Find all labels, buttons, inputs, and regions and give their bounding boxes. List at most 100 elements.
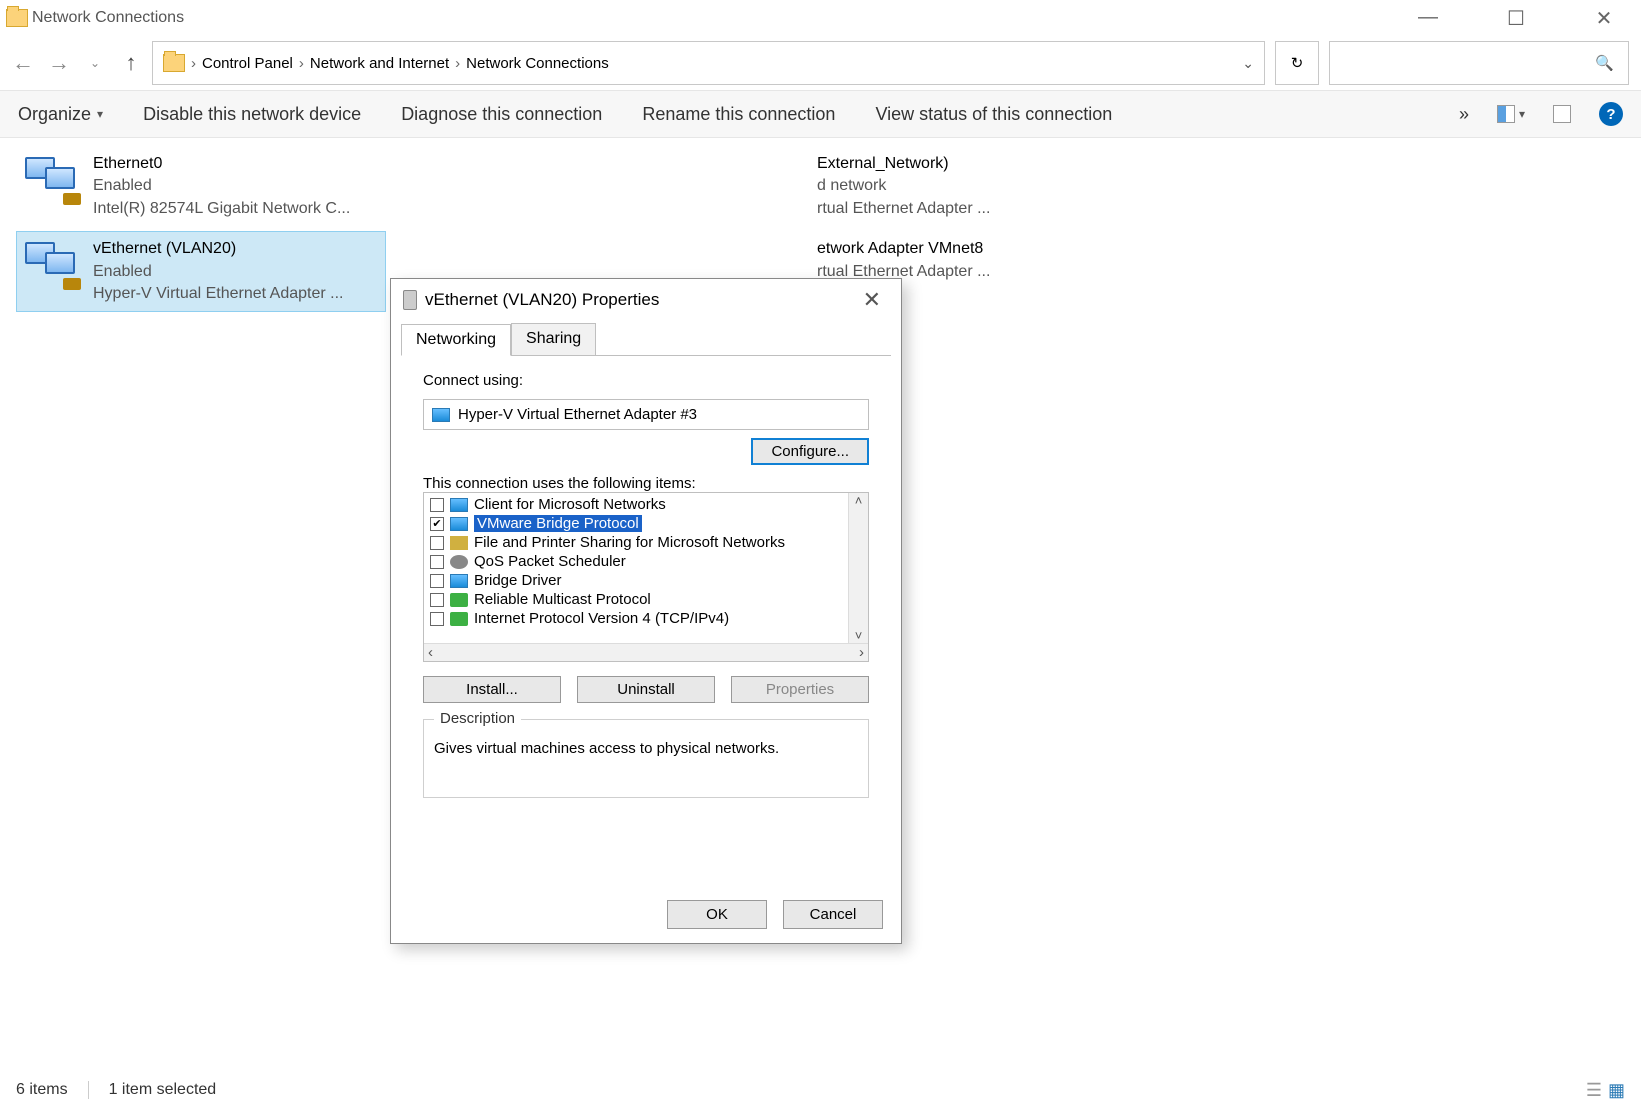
connection-device: Hyper-V Virtual Ethernet Adapter ... [93,283,344,305]
checkbox[interactable] [430,612,444,626]
connection-item-ethernet0[interactable]: Ethernet0 Enabled Intel(R) 82574L Gigabi… [16,146,386,227]
dialog-title: vEthernet (VLAN20) Properties [425,290,659,310]
dialog-close-button[interactable]: ✕ [855,287,889,313]
checkbox[interactable] [430,555,444,569]
breadcrumb-history-dropdown[interactable]: ⌄ [1242,55,1254,72]
view-status-button[interactable]: View status of this connection [875,104,1112,125]
printer-icon [450,536,468,550]
checkbox[interactable] [430,498,444,512]
list-item[interactable]: Client for Microsoft Networks [424,495,868,514]
description-group: Description Gives virtual machines acces… [423,719,869,798]
organize-menu[interactable]: Organize ▾ [18,104,103,125]
tab-networking[interactable]: Networking [401,324,511,356]
breadcrumb-crumb[interactable]: Network and Internet [310,55,449,72]
connection-name: vEthernet (VLAN20) [93,238,344,260]
scroll-down-icon[interactable]: ˅ [855,628,863,643]
diagnose-connection-button[interactable]: Diagnose this connection [401,104,602,125]
description-text: Gives virtual machines access to physica… [434,740,858,757]
overflow-menu[interactable]: » [1459,104,1469,125]
view-options-icon [1497,105,1515,123]
nav-row: ← → ⌄ ↑ › Control Panel › Network and In… [0,36,1641,90]
tab-sharing[interactable]: Sharing [511,323,596,355]
properties-button: Properties [731,676,869,703]
up-button[interactable]: ↑ [120,50,142,76]
connection-device: Intel(R) 82574L Gigabit Network C... [93,198,350,220]
list-item-label: Bridge Driver [474,572,562,589]
list-item-label: File and Printer Sharing for Microsoft N… [474,534,785,551]
status-selection-count: 1 item selected [109,1081,217,1099]
list-item-label: Reliable Multicast Protocol [474,591,651,608]
checkbox[interactable] [430,574,444,588]
cancel-button[interactable]: Cancel [783,900,883,929]
disable-device-button[interactable]: Disable this network device [143,104,361,125]
scrollbar-vertical[interactable]: ˄ ˅ [848,493,868,643]
monitor-icon [450,517,468,531]
list-item-label: Client for Microsoft Networks [474,496,666,513]
checkbox[interactable] [430,536,444,550]
minimize-button[interactable]: — [1407,6,1449,31]
list-item[interactable]: File and Printer Sharing for Microsoft N… [424,533,868,552]
list-item[interactable]: Reliable Multicast Protocol [424,590,868,609]
maximize-button[interactable]: ☐ [1495,6,1537,31]
status-item-count: 6 items [16,1081,68,1099]
scroll-up-icon[interactable]: ˄ [855,493,863,508]
connection-name: Ethernet0 [93,153,350,175]
close-window-button[interactable]: ✕ [1583,6,1625,31]
checkbox[interactable]: ✔ [430,517,444,531]
network-adapter-icon [23,153,83,207]
connect-using-field[interactable]: Hyper-V Virtual Ethernet Adapter #3 [423,399,869,430]
breadcrumb-sep-icon: › [455,55,460,72]
preview-pane-button[interactable] [1553,105,1571,123]
description-label: Description [434,710,521,727]
back-button[interactable]: ← [12,50,34,76]
connection-name: External_Network) [817,153,990,175]
monitor-icon [450,498,468,512]
checkbox[interactable] [430,593,444,607]
list-item[interactable]: ✔ VMware Bridge Protocol [424,514,868,533]
list-item-label: Internet Protocol Version 4 (TCP/IPv4) [474,610,729,627]
list-item-label: VMware Bridge Protocol [474,515,642,532]
view-options-button[interactable]: ▾ [1497,105,1525,123]
install-button[interactable]: Install... [423,676,561,703]
scroll-right-icon[interactable]: › [859,644,864,661]
main-area: Ethernet0 Enabled Intel(R) 82574L Gigabi… [0,138,1641,1073]
help-button[interactable]: ? [1599,102,1623,126]
connection-status: Enabled [93,261,344,283]
list-item[interactable]: QoS Packet Scheduler [424,552,868,571]
connection-status: Enabled [93,175,350,197]
scrollbar-horizontal[interactable]: ‹ › [424,643,868,661]
recent-dropdown[interactable]: ⌄ [84,56,106,70]
connection-items-list[interactable]: Client for Microsoft Networks ✔ VMware Bri… [423,492,869,662]
connection-device: rtual Ethernet Adapter ... [817,198,990,220]
list-item[interactable]: Bridge Driver [424,571,868,590]
forward-button[interactable]: → [48,50,70,76]
details-view-button[interactable]: ☰ [1586,1080,1602,1101]
window-title: Network Connections [32,9,184,27]
icons-view-button[interactable]: ▦ [1608,1080,1625,1101]
connection-item-external-network[interactable]: External_Network) d network rtual Ethern… [816,146,1186,227]
dialog-titlebar[interactable]: vEthernet (VLAN20) Properties ✕ [391,279,901,321]
organize-label: Organize [18,104,91,125]
breadcrumb-bar[interactable]: › Control Panel › Network and Internet ›… [152,41,1265,85]
configure-button[interactable]: Configure... [751,438,869,465]
ok-button[interactable]: OK [667,900,767,929]
command-bar: Organize ▾ Disable this network device D… [0,90,1641,138]
rename-connection-button[interactable]: Rename this connection [642,104,835,125]
search-icon: 🔍 [1595,54,1614,72]
connection-name: etwork Adapter VMnet8 [817,238,990,260]
dialog-tabs: Networking Sharing [401,323,891,356]
scroll-left-icon[interactable]: ‹ [428,644,433,661]
uninstall-button[interactable]: Uninstall [577,676,715,703]
search-input[interactable]: 🔍 [1329,41,1629,85]
network-adapter-icon [23,238,83,292]
adapter-icon [403,290,417,310]
refresh-button[interactable]: ↻ [1275,41,1319,85]
breadcrumb-crumb[interactable]: Network Connections [466,55,609,72]
network-connections-icon [6,9,28,27]
monitor-icon [450,574,468,588]
status-separator [88,1081,89,1099]
green-icon [450,612,468,626]
connection-item-vlan20[interactable]: vEthernet (VLAN20) Enabled Hyper-V Virtu… [16,231,386,312]
breadcrumb-crumb[interactable]: Control Panel [202,55,293,72]
list-item[interactable]: Internet Protocol Version 4 (TCP/IPv4) [424,609,868,628]
